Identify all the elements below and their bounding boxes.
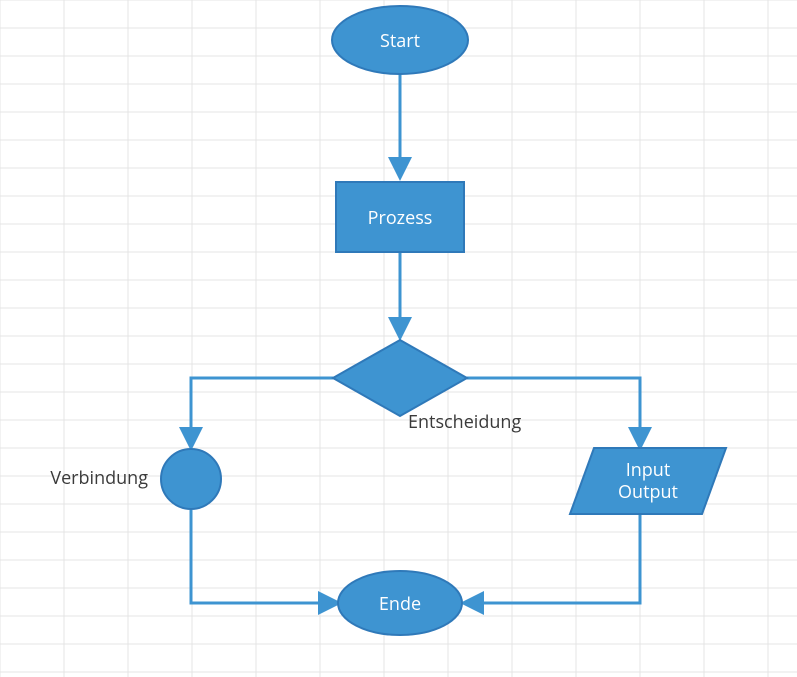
node-connector[interactable]: Verbindung <box>50 449 221 509</box>
node-io-label-line1: Input <box>626 458 671 482</box>
node-end[interactable]: Ende <box>338 571 462 635</box>
edge-decision-connector <box>191 378 334 445</box>
node-decision[interactable]: Entscheidung <box>333 340 521 434</box>
node-decision-label: Entscheidung <box>408 410 521 434</box>
edge-connector-end <box>191 510 336 603</box>
node-process[interactable]: Prozess <box>336 182 464 252</box>
flowchart-canvas: Start Prozess Entscheidung Verbindung In… <box>0 0 797 677</box>
node-end-label: Ende <box>379 592 421 616</box>
node-start[interactable]: Start <box>332 6 468 74</box>
edge-io-end <box>466 515 640 603</box>
node-io[interactable]: Input Output <box>570 448 726 514</box>
node-start-label: Start <box>380 29 420 53</box>
node-connector-label: Verbindung <box>50 466 148 490</box>
node-process-label: Prozess <box>368 206 433 230</box>
node-io-label-line2: Output <box>618 480 678 504</box>
